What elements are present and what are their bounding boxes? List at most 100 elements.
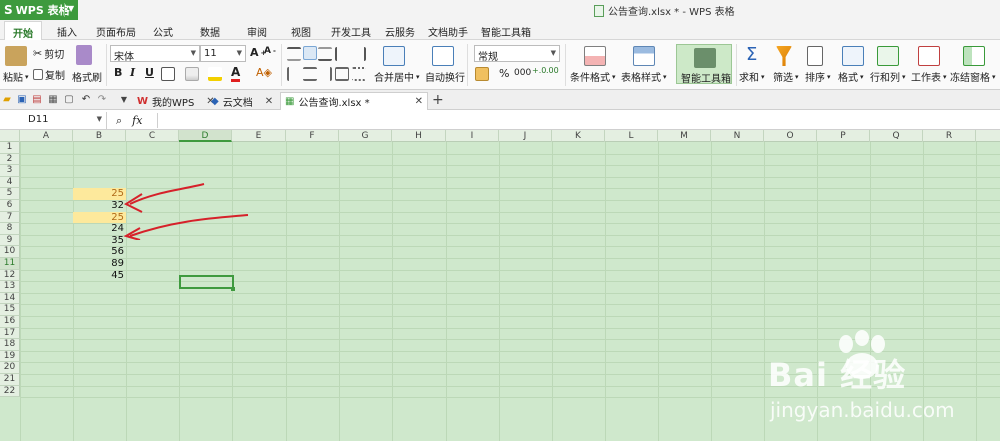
row-header-6[interactable]: 6 bbox=[0, 200, 20, 212]
cell-b7[interactable]: 25 bbox=[73, 211, 126, 224]
tab-formulas[interactable]: 公式 bbox=[153, 24, 173, 39]
column-header-e[interactable]: E bbox=[232, 130, 286, 142]
column-header-j[interactable]: J bbox=[499, 130, 552, 142]
justify-icon[interactable] bbox=[335, 67, 349, 81]
freeze-panes-button[interactable]: 冻结窗格 ▾ bbox=[950, 69, 996, 85]
row-header-5[interactable]: 5 bbox=[0, 188, 20, 200]
freeze-panes-icon[interactable] bbox=[963, 46, 985, 66]
worksheet-icon[interactable] bbox=[918, 46, 940, 66]
row-header-10[interactable]: 10 bbox=[0, 246, 20, 258]
format-button[interactable]: 格式 ▾ bbox=[838, 69, 864, 85]
tab-view[interactable]: 视图 bbox=[291, 24, 311, 39]
column-header-a[interactable]: A bbox=[20, 130, 73, 142]
row-header-15[interactable]: 15 bbox=[0, 304, 20, 316]
rows-columns-icon[interactable] bbox=[877, 46, 899, 66]
increase-indent-icon[interactable] bbox=[352, 47, 366, 61]
chevron-down-icon[interactable]: ▾ bbox=[795, 73, 799, 81]
decrease-indent-icon[interactable] bbox=[335, 47, 349, 61]
column-header-m[interactable]: M bbox=[658, 130, 711, 142]
thousands-separator-button[interactable]: 000 bbox=[514, 68, 531, 78]
cut-button[interactable]: ✂ 剪切 bbox=[33, 46, 64, 61]
align-top-icon[interactable] bbox=[287, 47, 301, 61]
redo-icon[interactable]: ↷ bbox=[96, 94, 108, 106]
table-style-button[interactable]: 表格样式 ▾ bbox=[621, 69, 667, 85]
tab-smart-toolbox[interactable]: 智能工具箱 bbox=[481, 24, 531, 39]
row-header-2[interactable]: 2 bbox=[0, 153, 20, 166]
rows-columns-button[interactable]: 行和列 ▾ bbox=[870, 69, 906, 85]
row-header-8[interactable]: 8 bbox=[0, 223, 20, 235]
wps-app-menu-button[interactable]: S WPS 表格 ▼ bbox=[0, 0, 78, 20]
bold-button[interactable]: B bbox=[114, 66, 122, 79]
conditional-format-icon[interactable] bbox=[584, 46, 606, 66]
sort-button[interactable]: 排序 ▾ bbox=[805, 69, 831, 85]
tab-insert[interactable]: 插入 bbox=[57, 24, 77, 39]
row-header-20[interactable]: 20 bbox=[0, 362, 20, 374]
undo-icon[interactable]: ↶ bbox=[80, 94, 92, 106]
column-header-g[interactable]: G bbox=[339, 130, 392, 142]
format-painter-button[interactable]: 格式刷 bbox=[72, 69, 102, 84]
tab-review[interactable]: 审阅 bbox=[247, 24, 267, 39]
decrease-font-button[interactable]: A- bbox=[264, 46, 276, 56]
tab-doc-assistant[interactable]: 文档助手 bbox=[428, 24, 468, 39]
doc-tab-active-file[interactable]: ▦ 公告查询.xlsx * ✕ bbox=[280, 92, 428, 110]
cell-b10[interactable]: 56 bbox=[73, 246, 126, 258]
select-all-corner[interactable] bbox=[0, 130, 20, 142]
chevron-down-icon[interactable]: ▾ bbox=[25, 73, 29, 81]
align-right-icon[interactable] bbox=[318, 67, 332, 81]
align-bottom-icon[interactable] bbox=[318, 47, 332, 61]
sort-icon[interactable] bbox=[807, 46, 823, 66]
underline-button[interactable]: U bbox=[145, 66, 154, 79]
customize-toolbar-icon[interactable]: ▼ bbox=[118, 94, 130, 106]
row-header-7[interactable]: 7 bbox=[0, 211, 20, 224]
print-icon[interactable]: ▦ bbox=[47, 94, 59, 106]
decrease-decimal-icon[interactable]: .00 bbox=[546, 66, 559, 75]
close-icon[interactable]: ✕ bbox=[265, 96, 273, 107]
conditional-format-button[interactable]: 条件格式 ▾ bbox=[570, 69, 616, 85]
column-header-q[interactable]: Q bbox=[870, 130, 923, 142]
row-header-22[interactable]: 22 bbox=[0, 385, 20, 398]
column-header-n[interactable]: N bbox=[711, 130, 764, 142]
new-tab-icon[interactable]: + bbox=[432, 92, 444, 108]
row-header-17[interactable]: 17 bbox=[0, 327, 20, 340]
column-header-h[interactable]: H bbox=[392, 130, 446, 142]
paste-button[interactable]: 粘贴 ▾ bbox=[3, 69, 29, 85]
doc-tab-my-wps[interactable]: W 我的WPS ✕ bbox=[133, 92, 219, 110]
column-header-l[interactable]: L bbox=[605, 130, 658, 142]
font-name-select[interactable]: 宋体 ▼ bbox=[110, 45, 200, 63]
fill-style-icon[interactable] bbox=[185, 67, 199, 81]
row-header-4[interactable]: 4 bbox=[0, 176, 20, 189]
row-header-1[interactable]: 1 bbox=[0, 142, 20, 154]
open-folder-icon[interactable]: ▰ bbox=[1, 94, 13, 106]
tab-cloud-service[interactable]: 云服务 bbox=[385, 24, 415, 39]
tab-data[interactable]: 数据 bbox=[200, 24, 220, 39]
export-pdf-icon[interactable]: ▤ bbox=[31, 94, 43, 106]
column-header-p[interactable]: P bbox=[817, 130, 870, 142]
wrap-text-button[interactable]: 自动换行 bbox=[425, 69, 465, 84]
cell-b6[interactable]: 32 bbox=[73, 200, 126, 212]
clear-format-icon[interactable]: A◈ bbox=[256, 66, 272, 79]
formula-input[interactable] bbox=[160, 112, 1000, 129]
chevron-down-icon[interactable]: ▾ bbox=[827, 73, 831, 81]
merge-center-icon[interactable] bbox=[383, 46, 405, 66]
insert-function-button[interactable]: fx bbox=[132, 114, 142, 127]
chevron-down-icon[interactable]: ▾ bbox=[761, 73, 765, 81]
format-icon[interactable] bbox=[842, 46, 864, 66]
italic-button[interactable]: I bbox=[130, 66, 135, 79]
align-middle-icon[interactable] bbox=[303, 46, 317, 60]
column-header-d[interactable]: D bbox=[179, 130, 232, 142]
column-header-f[interactable]: F bbox=[286, 130, 339, 142]
chevron-down-icon[interactable]: ▾ bbox=[612, 73, 616, 81]
wrap-text-icon[interactable] bbox=[432, 46, 454, 66]
save-icon[interactable]: ▣ bbox=[16, 94, 28, 106]
row-header-3[interactable]: 3 bbox=[0, 165, 20, 177]
chevron-down-icon[interactable]: ▼ bbox=[68, 4, 74, 13]
row-header-11[interactable]: 11 bbox=[0, 258, 20, 270]
chevron-down-icon[interactable]: ▾ bbox=[663, 73, 667, 81]
zoom-search-icon[interactable]: ⌕ bbox=[116, 114, 122, 128]
paste-icon[interactable] bbox=[5, 46, 27, 66]
format-painter-icon[interactable] bbox=[76, 45, 92, 65]
doc-tab-cloud-docs[interactable]: ◆ 云文档 ✕ bbox=[207, 92, 277, 110]
column-header-i[interactable]: I bbox=[446, 130, 499, 142]
row-header-13[interactable]: 13 bbox=[0, 281, 20, 293]
cell-b9[interactable]: 35 bbox=[73, 235, 126, 247]
